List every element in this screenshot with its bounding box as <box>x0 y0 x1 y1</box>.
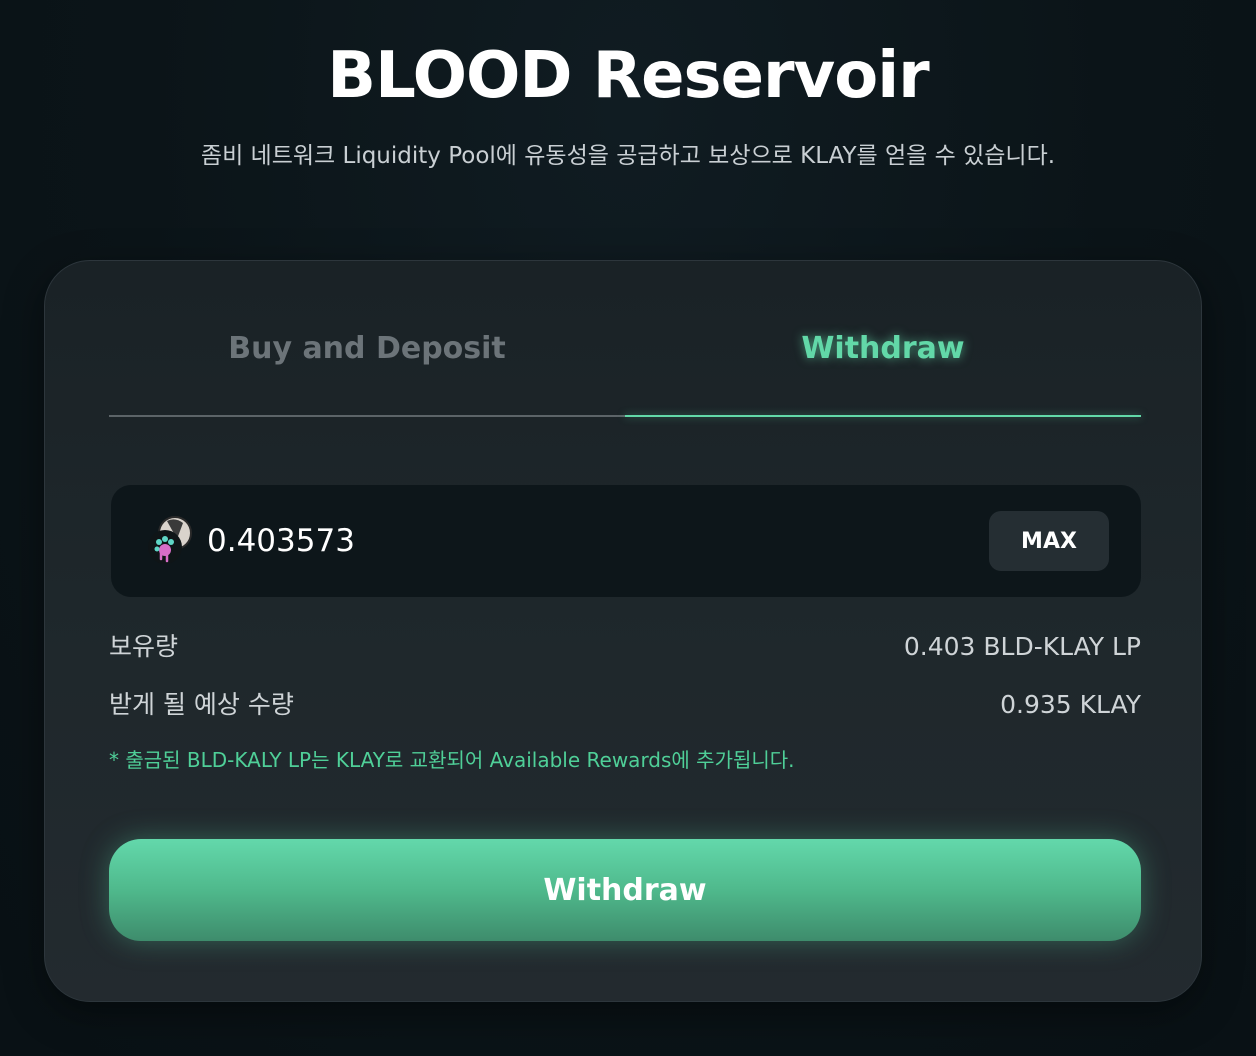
tab-bar: Buy and Deposit Withdraw <box>109 307 1141 419</box>
page-title: BLOOD Reservoir <box>327 39 929 113</box>
holding-row: 보유량 0.403 BLD-KLAY LP <box>109 629 1141 665</box>
tab-active-underline <box>625 415 1141 417</box>
withdraw-note: * 출금된 BLD-KALY LP는 KLAY로 교환되어 Available … <box>109 748 795 772</box>
tab-buy-and-deposit-label: Buy and Deposit <box>228 331 506 366</box>
reservoir-card: Buy and Deposit Withdraw 0.403573 MAX 보유… <box>44 260 1202 1002</box>
page: BLOOD Reservoir 좀비 네트워크 Liquidity Pool에 … <box>0 0 1256 1056</box>
tab-withdraw[interactable]: Withdraw <box>625 307 1141 417</box>
amount-input-box: MAX <box>111 485 1141 597</box>
page-subtitle: 좀비 네트워크 Liquidity Pool에 유동성을 공급하고 보상으로 K… <box>200 143 1056 169</box>
zombie-paw-token-icon <box>147 515 195 567</box>
amount-input[interactable] <box>207 515 907 567</box>
holding-value: 0.403 BLD-KLAY LP <box>903 632 1141 661</box>
expected-row: 받게 될 예상 수량 0.935 KLAY <box>109 687 1141 723</box>
tab-underline <box>109 415 625 417</box>
tab-buy-and-deposit[interactable]: Buy and Deposit <box>109 307 625 417</box>
max-button[interactable]: MAX <box>989 511 1109 571</box>
tab-withdraw-label: Withdraw <box>801 331 965 366</box>
expected-value: 0.935 KLAY <box>1000 690 1141 719</box>
withdraw-button[interactable]: Withdraw <box>109 839 1141 941</box>
holding-label: 보유량 <box>109 632 179 661</box>
expected-label: 받게 될 예상 수량 <box>109 690 294 719</box>
